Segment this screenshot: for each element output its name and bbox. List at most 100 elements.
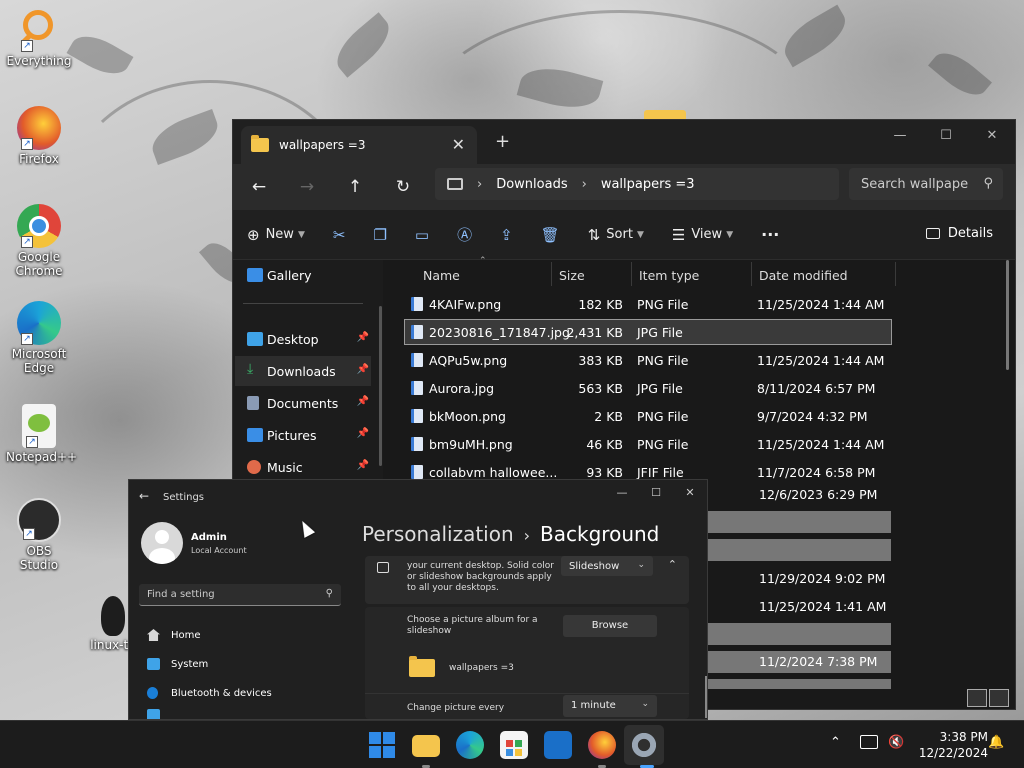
minimize-button[interactable]: — [877,120,923,150]
close-tab-icon[interactable]: ✕ [452,135,465,154]
view-button[interactable]: ☰ View ▼ [672,226,733,244]
avatar[interactable] [141,522,183,564]
nav-label: Desktop [267,331,319,347]
settings-scrollbar[interactable] [705,676,707,718]
breadcrumb-wallpapers[interactable]: wallpapers =3 [601,177,695,192]
chevron-up-icon[interactable]: ⌃ [830,735,841,750]
nav-item-desktop[interactable]: Desktop 📌 [235,324,371,354]
file-explorer-taskbar-icon[interactable] [412,735,440,757]
file-row-placeholder[interactable] [707,539,891,561]
column-header-type[interactable]: Item type [639,268,699,283]
column-header-date[interactable]: Date modified [759,268,848,283]
maximize-button[interactable]: ☐ [639,480,673,504]
more-options-button[interactable]: ··· [761,225,779,244]
desktop-icon-notepadpp[interactable]: ↗ Notepad++ [6,404,77,464]
settings-nav-home[interactable]: Home [139,622,339,648]
start-button[interactable] [368,731,396,759]
settings-nav-partial[interactable] [139,709,339,719]
background-description: your current desktop. Solid color or sli… [407,561,555,593]
file-row-placeholder[interactable] [707,511,891,533]
breadcrumb-parent[interactable]: Personalization [362,522,514,546]
nav-item-documents[interactable]: Documents 📌 [235,388,371,418]
desktop-icon-firefox[interactable]: ↗ Firefox [6,106,72,166]
desktop-icon-label: Everything [6,54,72,68]
file-type: JPG File [637,380,683,396]
new-tab-button[interactable]: + [495,131,510,152]
details-view-icon[interactable] [967,689,987,707]
desktop-icon-everything[interactable]: ↗ Everything [6,8,72,68]
clock[interactable]: 3:38 PM 12/22/2024 [919,729,988,761]
desktop-icon-google-chrome[interactable]: ↗ Google Chrome [6,204,72,278]
settings-search-input[interactable]: Find a setting ⚲ [139,584,341,606]
column-divider[interactable] [551,262,552,286]
desktop-icon-microsoft-edge[interactable]: ↗ Microsoft Edge [6,301,72,375]
sort-button[interactable]: ⇅ Sort ▼ [588,226,644,244]
background-type-card: your current desktop. Solid color or sli… [365,556,689,604]
breadcrumb-downloads[interactable]: Downloads [496,177,567,192]
delete-button[interactable]: 🗑 [541,226,560,244]
nav-label: System [171,658,209,670]
new-button[interactable]: ⊕ New ▼ [247,226,305,244]
column-divider[interactable] [895,262,896,286]
notepadpp-icon: ↗ [22,404,56,448]
store-taskbar-icon[interactable] [500,731,528,759]
file-row-placeholder[interactable] [707,623,891,645]
file-row-selected[interactable]: 20230816_171847.jpg 2,431 KB JPG File [404,319,892,345]
column-header-size[interactable]: Size [559,268,585,283]
download-icon: ⤓ [247,361,254,377]
nav-item-pictures[interactable]: Pictures 📌 [235,420,371,450]
rename-button[interactable]: Ⓐ [457,224,472,245]
refresh-icon[interactable]: ↻ [379,177,427,197]
volume-muted-icon[interactable]: 🔇 [888,735,904,750]
paste-button[interactable]: ▭ [415,226,429,244]
tiles-view-icon[interactable] [989,689,1009,707]
share-button[interactable]: ⇪ [500,226,513,244]
settings-nav-bluetooth[interactable]: Bluetooth & devices [139,680,339,706]
details-button[interactable]: Details [925,226,993,241]
file-row[interactable]: 4KAIFw.png 182 KB PNG File 11/25/2024 1:… [405,292,891,316]
file-size: 2,431 KB [566,324,623,340]
cut-button[interactable]: ✂ [333,226,346,244]
window-controls: — ☐ ✕ [877,120,1015,150]
network-icon[interactable] [860,735,878,749]
nav-item-music[interactable]: Music 📌 [235,452,371,482]
firefox-taskbar-icon[interactable] [588,731,616,759]
file-row-placeholder[interactable] [707,679,891,689]
maximize-button[interactable]: ☐ [923,120,969,150]
file-row[interactable]: Aurora.jpg 563 KB JPG File 8/11/2024 6:5… [405,376,891,400]
address-bar[interactable]: › Downloads › wallpapers =3 [435,168,839,200]
nav-scrollbar[interactable] [379,306,382,466]
nav-item-gallery[interactable]: Gallery [235,260,371,290]
change-interval-dropdown[interactable]: 1 minute ⌄ [563,695,657,717]
background-type-dropdown[interactable]: Slideshow ⌄ [561,556,653,576]
column-divider[interactable] [631,262,632,286]
close-button[interactable]: ✕ [969,120,1015,150]
file-list-scrollbar[interactable] [1006,260,1009,370]
edge-taskbar-icon[interactable] [456,731,484,759]
back-arrow-icon[interactable]: ← [235,177,283,197]
browse-button[interactable]: Browse [563,615,657,637]
file-row[interactable]: AQPu5w.png 383 KB PNG File 11/25/2024 1:… [405,348,891,372]
minimize-button[interactable]: — [605,480,639,504]
nav-item-downloads[interactable]: ⤓ Downloads 📌 [235,356,371,386]
gear-icon[interactable] [630,731,658,759]
back-arrow-icon[interactable]: ← [139,489,149,503]
file-row[interactable]: bkMoon.png 2 KB PNG File 9/7/2024 4:32 P… [405,404,891,428]
chevron-up-icon[interactable]: ⌃ [668,558,677,571]
file-row-placeholder[interactable]: 11/2/2024 7:38 PM [707,651,891,673]
up-arrow-icon[interactable]: ↑ [331,177,379,197]
desktop-icon-obs-studio[interactable]: ↗ OBS Studio [6,498,72,572]
explorer-tab[interactable]: wallpapers =3 ✕ [241,126,477,164]
image-file-icon [411,381,423,395]
column-divider[interactable] [751,262,752,286]
settings-nav-system[interactable]: System [139,651,339,677]
chrome-icon: ↗ [17,204,61,248]
file-row[interactable]: bm9uMH.png 46 KB PNG File 11/25/2024 1:4… [405,432,891,456]
close-button[interactable]: ✕ [673,480,707,504]
notification-bell-icon[interactable]: 🔔 [988,735,1004,750]
outlook-taskbar-icon[interactable] [544,731,572,759]
column-header-name[interactable]: Name [423,268,460,283]
forward-arrow-icon[interactable]: → [283,177,331,197]
copy-button[interactable]: ❐ [373,226,386,244]
search-input[interactable]: Search wallpape ⚲ [849,168,1003,200]
